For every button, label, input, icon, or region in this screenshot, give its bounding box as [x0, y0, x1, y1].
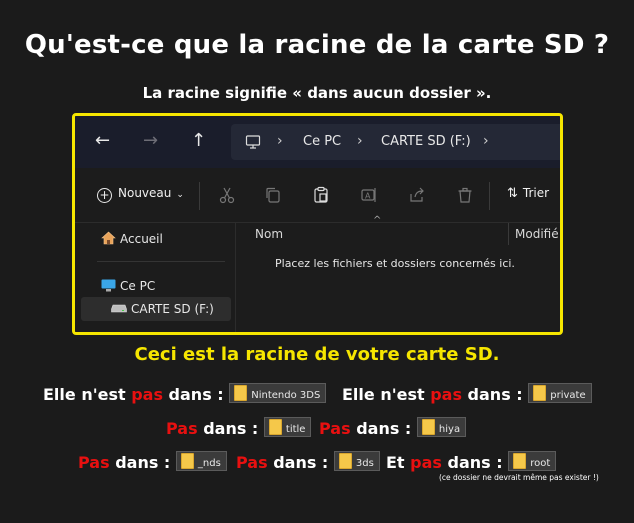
breadcrumb-sd[interactable]: CARTE SD (F:) [381, 134, 471, 149]
sidebar-item-sd[interactable]: CARTE SD (F:) [111, 302, 214, 316]
rule-line: Pas dans : title [166, 417, 312, 438]
pane-divider [235, 223, 236, 332]
rule-line: Elle n'est pas dans : private [342, 383, 592, 404]
rule-text: dans : [162, 385, 230, 404]
folder-icon [533, 385, 547, 401]
monitor-icon [245, 135, 261, 149]
folder-icon [421, 419, 435, 435]
folder-label: title [285, 424, 306, 435]
rule-negation: pas [131, 385, 163, 404]
address-bar[interactable]: › Ce PC › CARTE SD (F:) › [231, 124, 560, 160]
sidebar-item-pc[interactable]: Ce PC [101, 279, 155, 293]
rule-text: dans : [109, 453, 176, 472]
rule-negation: Pas [236, 453, 268, 472]
folder-icon [180, 453, 194, 469]
rule-text: dans : [441, 453, 509, 472]
forward-arrow-icon[interactable]: → [143, 131, 158, 151]
copy-icon[interactable] [263, 185, 283, 205]
sidebar-item-label: Ce PC [120, 279, 156, 293]
folder-label: root [530, 458, 551, 469]
delete-icon[interactable] [455, 185, 475, 205]
pc-icon [101, 279, 116, 292]
folder-label: hiya [438, 424, 461, 435]
breadcrumb-pc[interactable]: Ce PC [303, 134, 341, 149]
folder-icon [513, 453, 527, 469]
rule-text: Elle n'est [342, 385, 431, 404]
folder-chip: _nds [175, 451, 227, 471]
folder-chip: hiya [416, 417, 467, 437]
paste-icon[interactable] [311, 185, 331, 205]
folder-icon [338, 453, 352, 469]
folder-icon [234, 385, 248, 401]
folder-chip: private [528, 383, 592, 403]
footnote: (ce dossier ne devrait même pas exister … [439, 473, 599, 482]
page-title: Qu'est-ce que la racine de la carte SD ? [24, 30, 610, 60]
chevron-right-icon: › [277, 133, 283, 149]
folder-label: private [550, 390, 586, 401]
sort-button[interactable]: ⇅ Trier [507, 186, 549, 201]
svg-text:A: A [365, 192, 371, 201]
rule-line: Elle n'est pas dans : Nintendo 3DS [43, 383, 327, 404]
folder-chip: root [508, 451, 557, 471]
rename-icon[interactable]: A [359, 185, 379, 205]
folder-label: Nintendo 3DS [251, 390, 321, 401]
new-button-label: Nouveau [118, 186, 172, 200]
up-arrow-icon[interactable]: ↑ [191, 131, 206, 151]
rule-text: Elle n'est [43, 385, 132, 404]
sidebar-item-home[interactable]: Accueil [101, 231, 163, 246]
rule-text: dans : [267, 453, 334, 472]
empty-folder-message: Placez les fichiers et dossiers concerné… [275, 257, 515, 270]
share-icon[interactable] [407, 185, 427, 205]
toolbar-divider [489, 182, 490, 210]
sort-button-label: Trier [522, 186, 550, 200]
column-header-modified[interactable]: Modifié [515, 227, 559, 241]
root-caption: Ceci est la racine de votre carte SD. [134, 344, 500, 365]
back-arrow-icon[interactable]: ← [95, 131, 110, 151]
rule-line: Pas dans : _nds [78, 451, 227, 472]
command-bar: + Nouveau ⌄ A ⇅ Trier [75, 168, 560, 223]
folder-label: _nds [197, 458, 221, 469]
plus-icon: + [97, 188, 112, 203]
rule-negation: Pas [319, 419, 351, 438]
sidebar-divider [97, 261, 225, 262]
column-divider[interactable] [508, 223, 509, 245]
chevron-right-icon: › [357, 133, 363, 149]
rule-text: dans : [461, 385, 529, 404]
rule-text: Et [386, 453, 411, 472]
rule-negation: Pas [166, 419, 198, 438]
sort-icon: ⇅ [507, 186, 518, 201]
drive-icon [111, 304, 127, 313]
new-button[interactable]: + Nouveau ⌄ [97, 186, 184, 203]
address-row: ← → ↑ › Ce PC › CARTE SD (F:) › [75, 116, 560, 168]
rule-line: Pas dans : hiya [319, 417, 467, 438]
folder-chip: 3ds [333, 451, 380, 471]
folder-label: 3ds [355, 458, 374, 469]
rule-negation: pas [430, 385, 462, 404]
explorer-window: ← → ↑ › Ce PC › CARTE SD (F:) › + Nouveau… [72, 113, 563, 335]
toolbar-divider [199, 182, 200, 210]
folder-icon [268, 419, 282, 435]
sidebar-item-label: Accueil [120, 232, 163, 246]
sort-caret-icon: ^ [373, 215, 382, 226]
sidebar-item-label: CARTE SD (F:) [131, 302, 214, 316]
rule-text: dans : [350, 419, 417, 438]
chevron-right-icon: › [483, 133, 489, 149]
cut-icon[interactable] [217, 185, 237, 205]
navigation-pane: Accueil Ce PC CARTE SD (F:) [75, 223, 235, 332]
folder-chip: title [263, 417, 312, 437]
rule-negation: Pas [78, 453, 110, 472]
folder-chip: Nintendo 3DS [229, 383, 327, 403]
home-icon [101, 231, 116, 245]
column-header-name[interactable]: Nom [255, 227, 283, 241]
chevron-down-icon: ⌄ [176, 190, 184, 200]
page-subtitle: La racine signifie « dans aucun dossier … [142, 84, 492, 102]
rule-negation: pas [410, 453, 442, 472]
rule-line: Pas dans : 3ds [236, 451, 380, 472]
rule-line: Et pas dans : root [386, 451, 557, 472]
rule-text: dans : [197, 419, 264, 438]
